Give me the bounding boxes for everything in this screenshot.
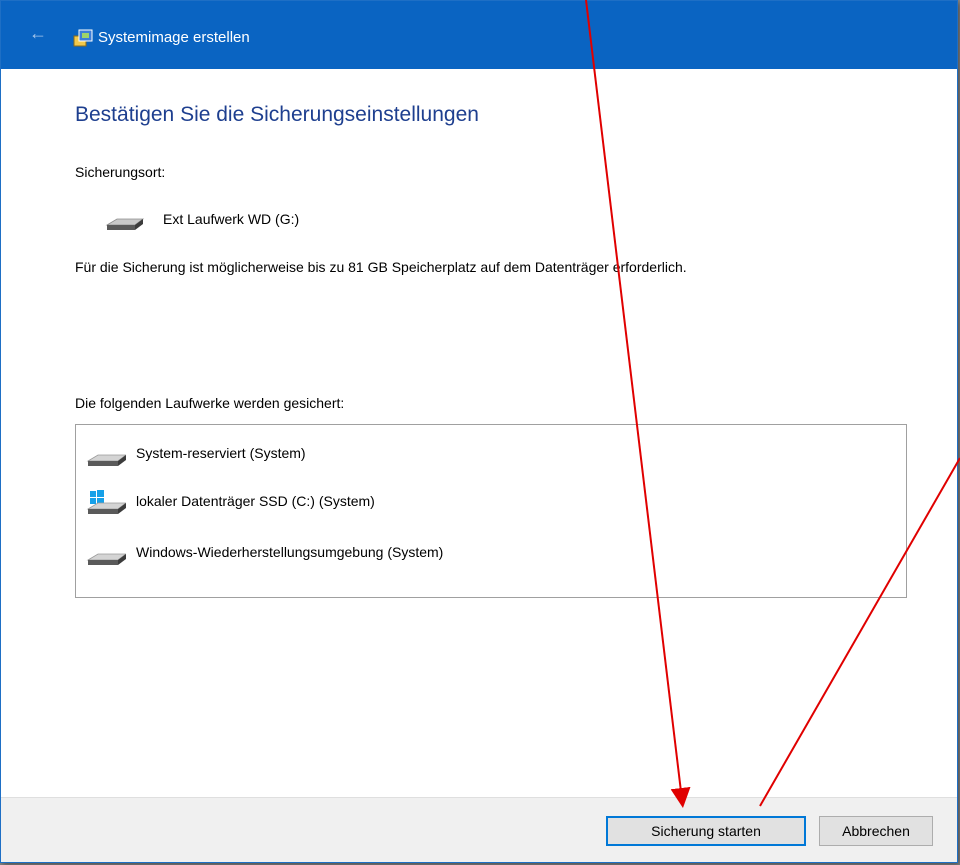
backup-app-icon xyxy=(73,29,93,47)
space-required-note: Für die Sicherung ist möglicherweise bis… xyxy=(75,259,687,275)
back-arrow-icon[interactable]: ← xyxy=(29,24,47,42)
list-item[interactable]: Windows-Wiederherstellungsumgebung (Syst… xyxy=(86,540,786,570)
title-bar: ← Systemimage erstellen xyxy=(1,1,957,69)
drives-list[interactable]: System-reserviert (System) lokaler Daten… xyxy=(75,424,907,598)
drives-list-label: Die folgenden Laufwerke werden gesichert… xyxy=(75,395,345,411)
hard-drive-icon xyxy=(86,454,126,466)
backup-location-drive-label: Ext Laufwerk WD (G:) xyxy=(163,211,300,227)
cancel-button[interactable]: Abbrechen xyxy=(819,816,933,846)
drive-label: Windows-Wiederherstellungsumgebung (Syst… xyxy=(136,544,444,560)
page-heading: Bestätigen Sie die Sicherungseinstellung… xyxy=(75,103,479,126)
backup-location-drive: Ext Laufwerk WD (G:) xyxy=(1,207,401,235)
drive-label: lokaler Datenträger SSD (C:) (System) xyxy=(136,493,375,509)
windows-drive-icon xyxy=(86,490,126,514)
list-item[interactable]: System-reserviert (System) xyxy=(86,441,786,471)
external-drive-icon xyxy=(105,218,145,230)
dialog-footer: Sicherung starten Abbrechen xyxy=(1,797,957,862)
content-area: Bestätigen Sie die Sicherungseinstellung… xyxy=(1,69,957,798)
dialog-window: ← Systemimage erstellen Bestätigen Sie d… xyxy=(0,0,958,863)
backup-location-label: Sicherungsort: xyxy=(75,164,166,180)
list-item[interactable]: lokaler Datenträger SSD (C:) (System) xyxy=(86,489,786,519)
hard-drive-icon xyxy=(86,553,126,565)
start-backup-button[interactable]: Sicherung starten xyxy=(606,816,806,846)
window-title: Systemimage erstellen xyxy=(98,29,250,46)
drive-label: System-reserviert (System) xyxy=(136,445,306,461)
